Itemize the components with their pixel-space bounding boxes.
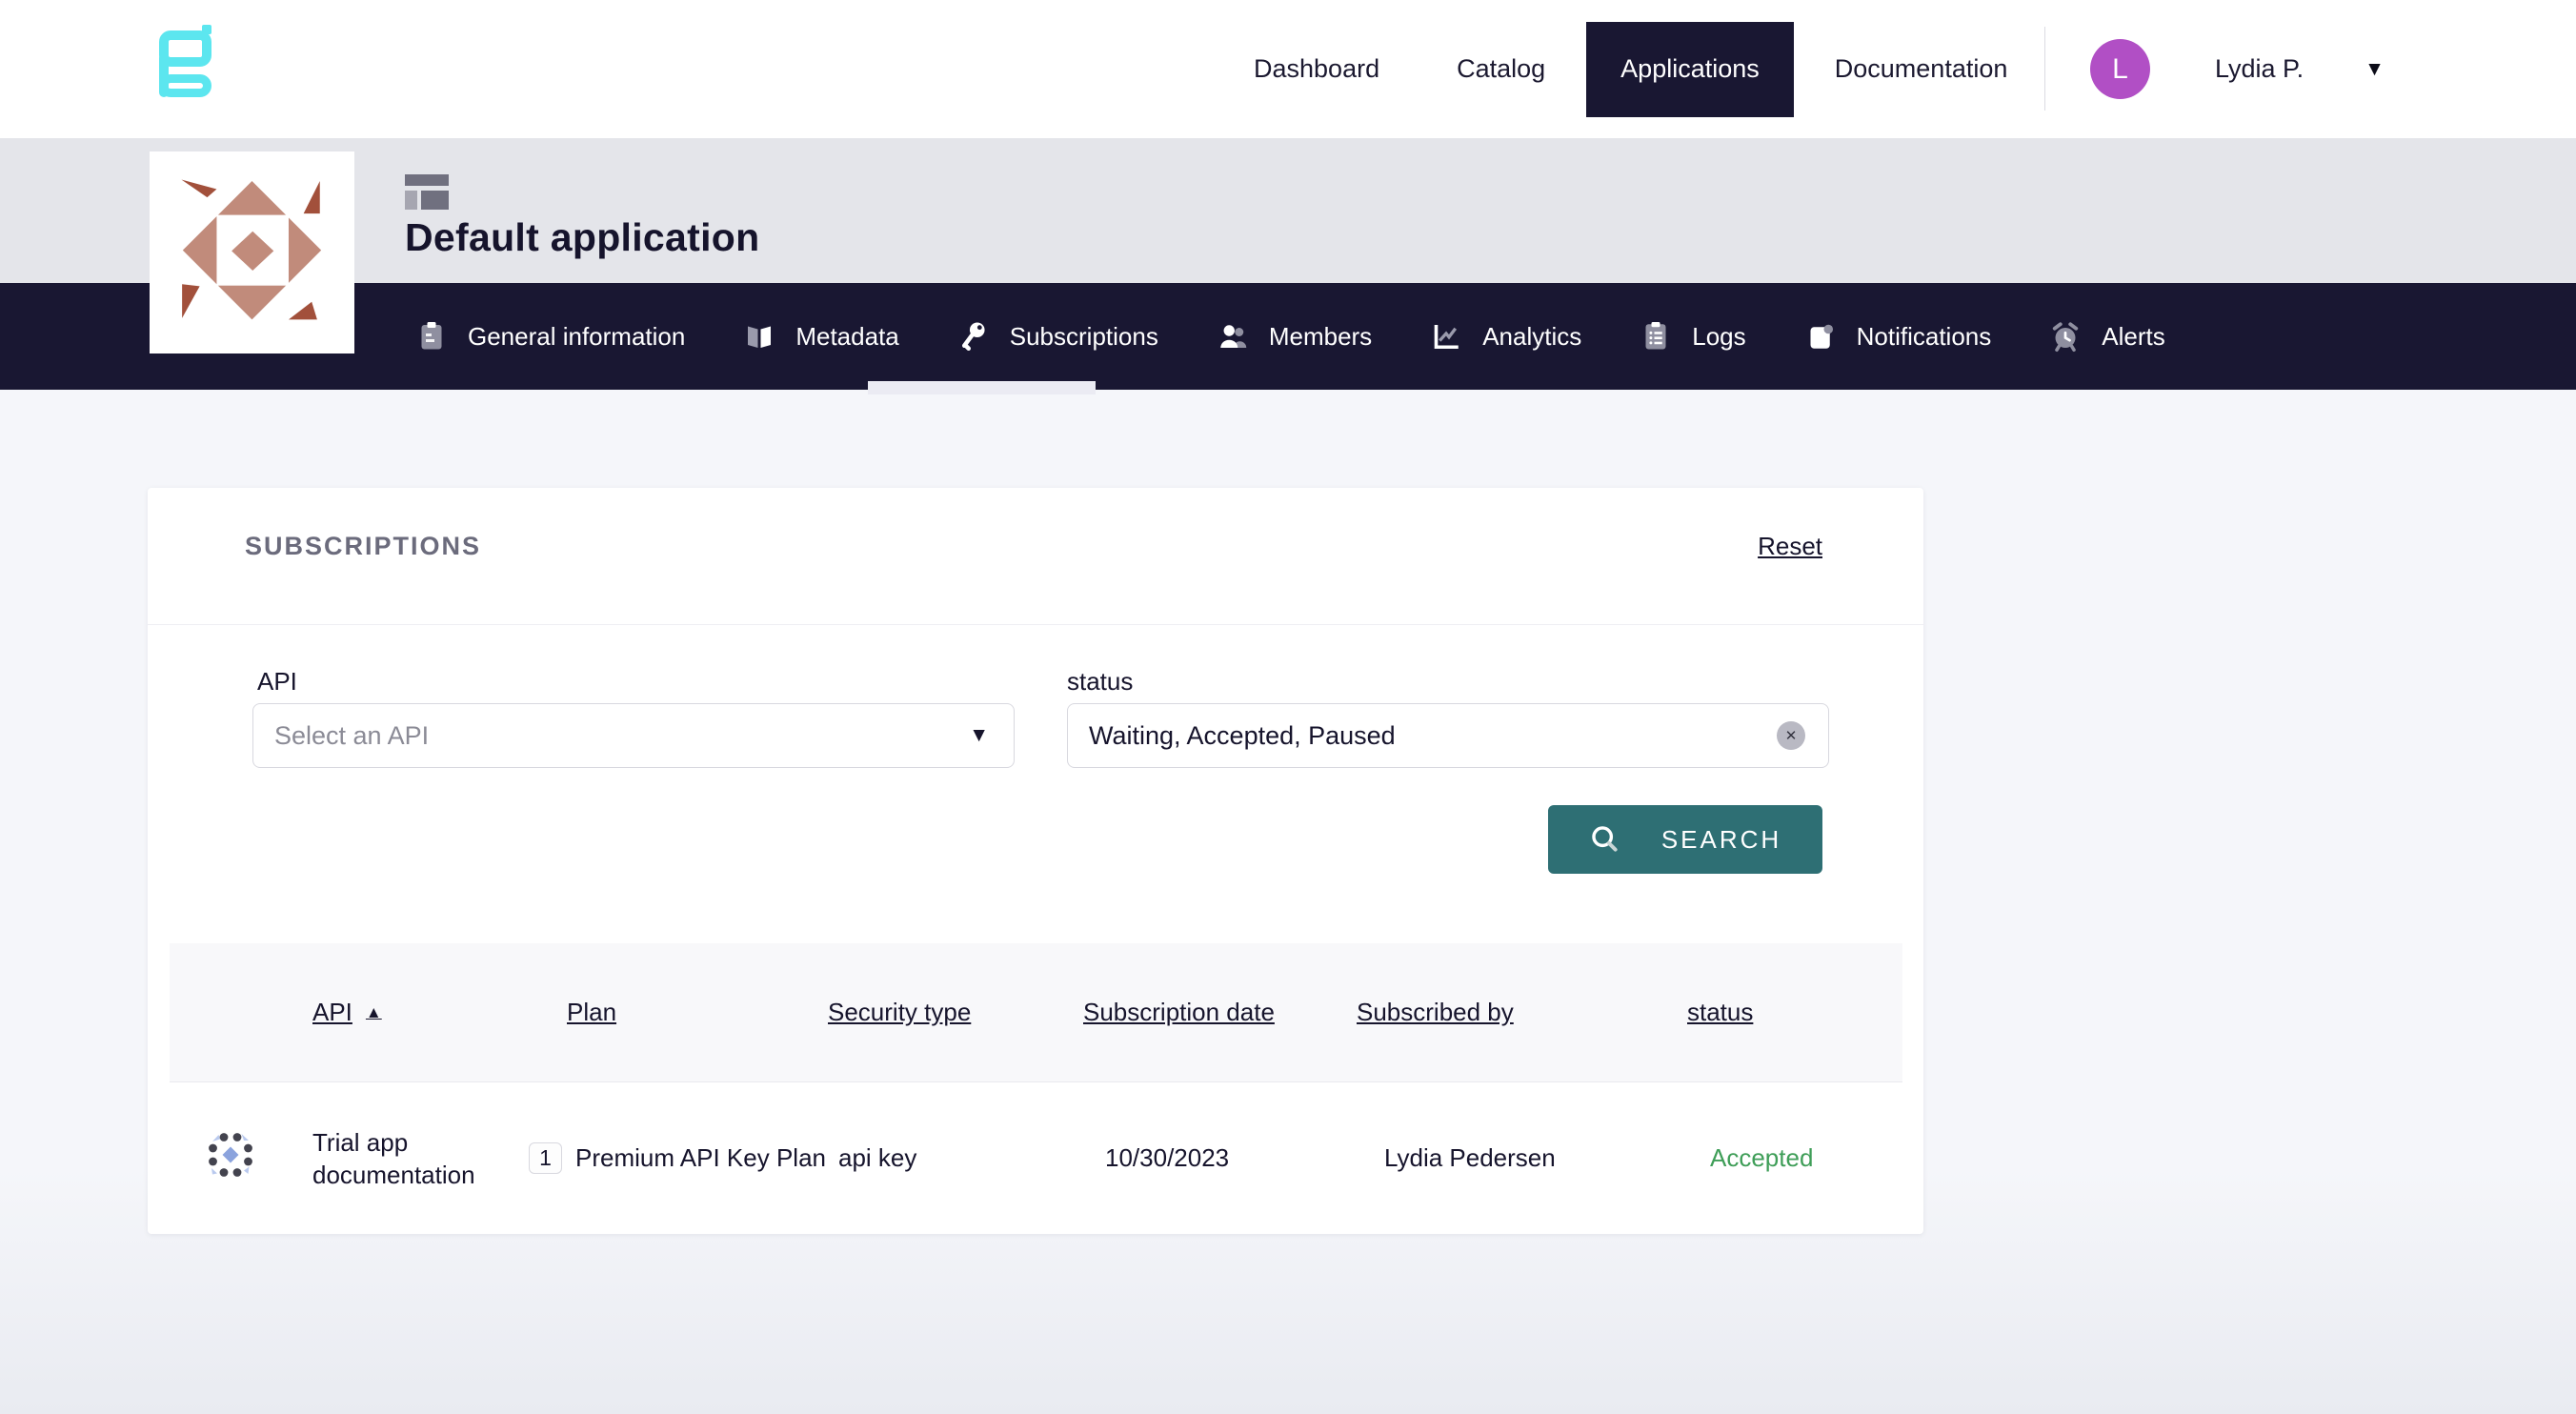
api-select[interactable]: Select an API ▼: [252, 703, 1015, 768]
column-header-plan[interactable]: Plan: [529, 998, 828, 1027]
column-header-security-type[interactable]: Security type: [828, 998, 1083, 1027]
cell-api-name: Trial app documentation: [312, 1126, 493, 1191]
book-icon: [742, 319, 776, 354]
subscriptions-panel: SUBSCRIPTIONS Reset API Select an API ▼ …: [148, 488, 1923, 1234]
plan-name: Premium API Key Plan: [575, 1143, 826, 1173]
page-badge-icon: [1803, 319, 1838, 354]
tab-analytics[interactable]: Analytics: [1429, 319, 1581, 354]
tab-general-information[interactable]: General information: [414, 319, 685, 354]
chart-icon: [1429, 319, 1463, 354]
nav-item-catalog[interactable]: Catalog: [1457, 54, 1545, 84]
application-title-block: Default application: [405, 138, 759, 260]
tab-logs[interactable]: Logs: [1639, 319, 1745, 354]
tab-metadata[interactable]: Metadata: [742, 319, 898, 354]
people-icon: [1216, 319, 1250, 354]
application-identicon-icon: [171, 172, 333, 334]
search-icon: [1589, 823, 1621, 856]
user-name: Lydia P.: [2215, 54, 2304, 84]
nav-item-applications[interactable]: Applications: [1586, 22, 1794, 117]
application-type-icon: [405, 174, 449, 210]
cell-security-type: api key: [828, 1143, 1083, 1173]
api-select-placeholder: Select an API: [274, 721, 429, 751]
navbar-divider: [2044, 27, 2045, 111]
key-icon: [956, 319, 991, 354]
status-input[interactable]: Waiting, Accepted, Paused ✕: [1067, 703, 1829, 768]
tab-subscriptions[interactable]: Subscriptions: [956, 319, 1158, 354]
cell-subscription-date: 10/30/2023: [1083, 1143, 1357, 1173]
reset-link[interactable]: Reset: [1758, 532, 1822, 561]
active-tab-indicator: [868, 381, 1096, 394]
clear-icon[interactable]: ✕: [1777, 721, 1805, 750]
cell-plan: 1 Premium API Key Plan: [529, 1142, 828, 1174]
column-header-status[interactable]: status: [1687, 998, 1902, 1027]
api-filter-label: API: [257, 667, 297, 697]
application-avatar: [150, 152, 354, 354]
status-badge: Accepted: [1687, 1143, 1902, 1173]
column-header-subscription-date[interactable]: Subscription date: [1083, 998, 1357, 1027]
column-header-subscribed-by[interactable]: Subscribed by: [1357, 998, 1687, 1027]
application-tabbar: General information Metadata Subscriptio…: [0, 283, 2576, 390]
table-row[interactable]: Trial app documentation 1 Premium API Ke…: [170, 1081, 1902, 1234]
api-identicon-icon: [170, 1129, 312, 1187]
subscriptions-table: API ▲ Plan Security type Subscription da…: [170, 943, 1902, 1234]
panel-divider: [148, 624, 1923, 625]
primary-nav: Dashboard Catalog Applications Documenta…: [1254, 0, 2007, 138]
status-filter-label: status: [1067, 667, 1133, 697]
search-button[interactable]: SEARCH: [1548, 805, 1822, 874]
tab-alerts[interactable]: Alerts: [2048, 319, 2164, 354]
brand-logo-icon[interactable]: [159, 25, 235, 99]
search-button-label: SEARCH: [1661, 825, 1781, 855]
select-caret-icon[interactable]: ▼: [969, 724, 989, 747]
nav-item-dashboard[interactable]: Dashboard: [1254, 54, 1379, 84]
cell-subscribed-by: Lydia Pedersen: [1357, 1143, 1687, 1173]
tab-notifications[interactable]: Notifications: [1803, 319, 1992, 354]
user-menu[interactable]: L Lydia P. ▼: [2090, 0, 2385, 138]
panel-heading: SUBSCRIPTIONS: [245, 532, 481, 561]
top-navbar: Dashboard Catalog Applications Documenta…: [0, 0, 2576, 138]
tab-members[interactable]: Members: [1216, 319, 1372, 354]
table-header-row: API ▲ Plan Security type Subscription da…: [170, 943, 1902, 1081]
main-content: SUBSCRIPTIONS Reset API Select an API ▼ …: [0, 390, 2576, 1414]
status-input-value: Waiting, Accepted, Paused: [1089, 721, 1396, 751]
page-title: Default application: [405, 215, 759, 260]
alarm-clock-icon: [2048, 319, 2083, 354]
plan-count-badge: 1: [529, 1142, 562, 1174]
chevron-down-icon[interactable]: ▼: [2365, 58, 2385, 81]
application-header: Default application: [0, 138, 2576, 283]
list-clipboard-icon: [1639, 319, 1673, 354]
sort-ascending-icon: ▲: [366, 1003, 382, 1022]
column-header-api[interactable]: API ▲: [312, 998, 529, 1027]
nav-item-documentation[interactable]: Documentation: [1835, 54, 2008, 84]
avatar[interactable]: L: [2090, 39, 2150, 99]
clipboard-icon: [414, 319, 449, 354]
